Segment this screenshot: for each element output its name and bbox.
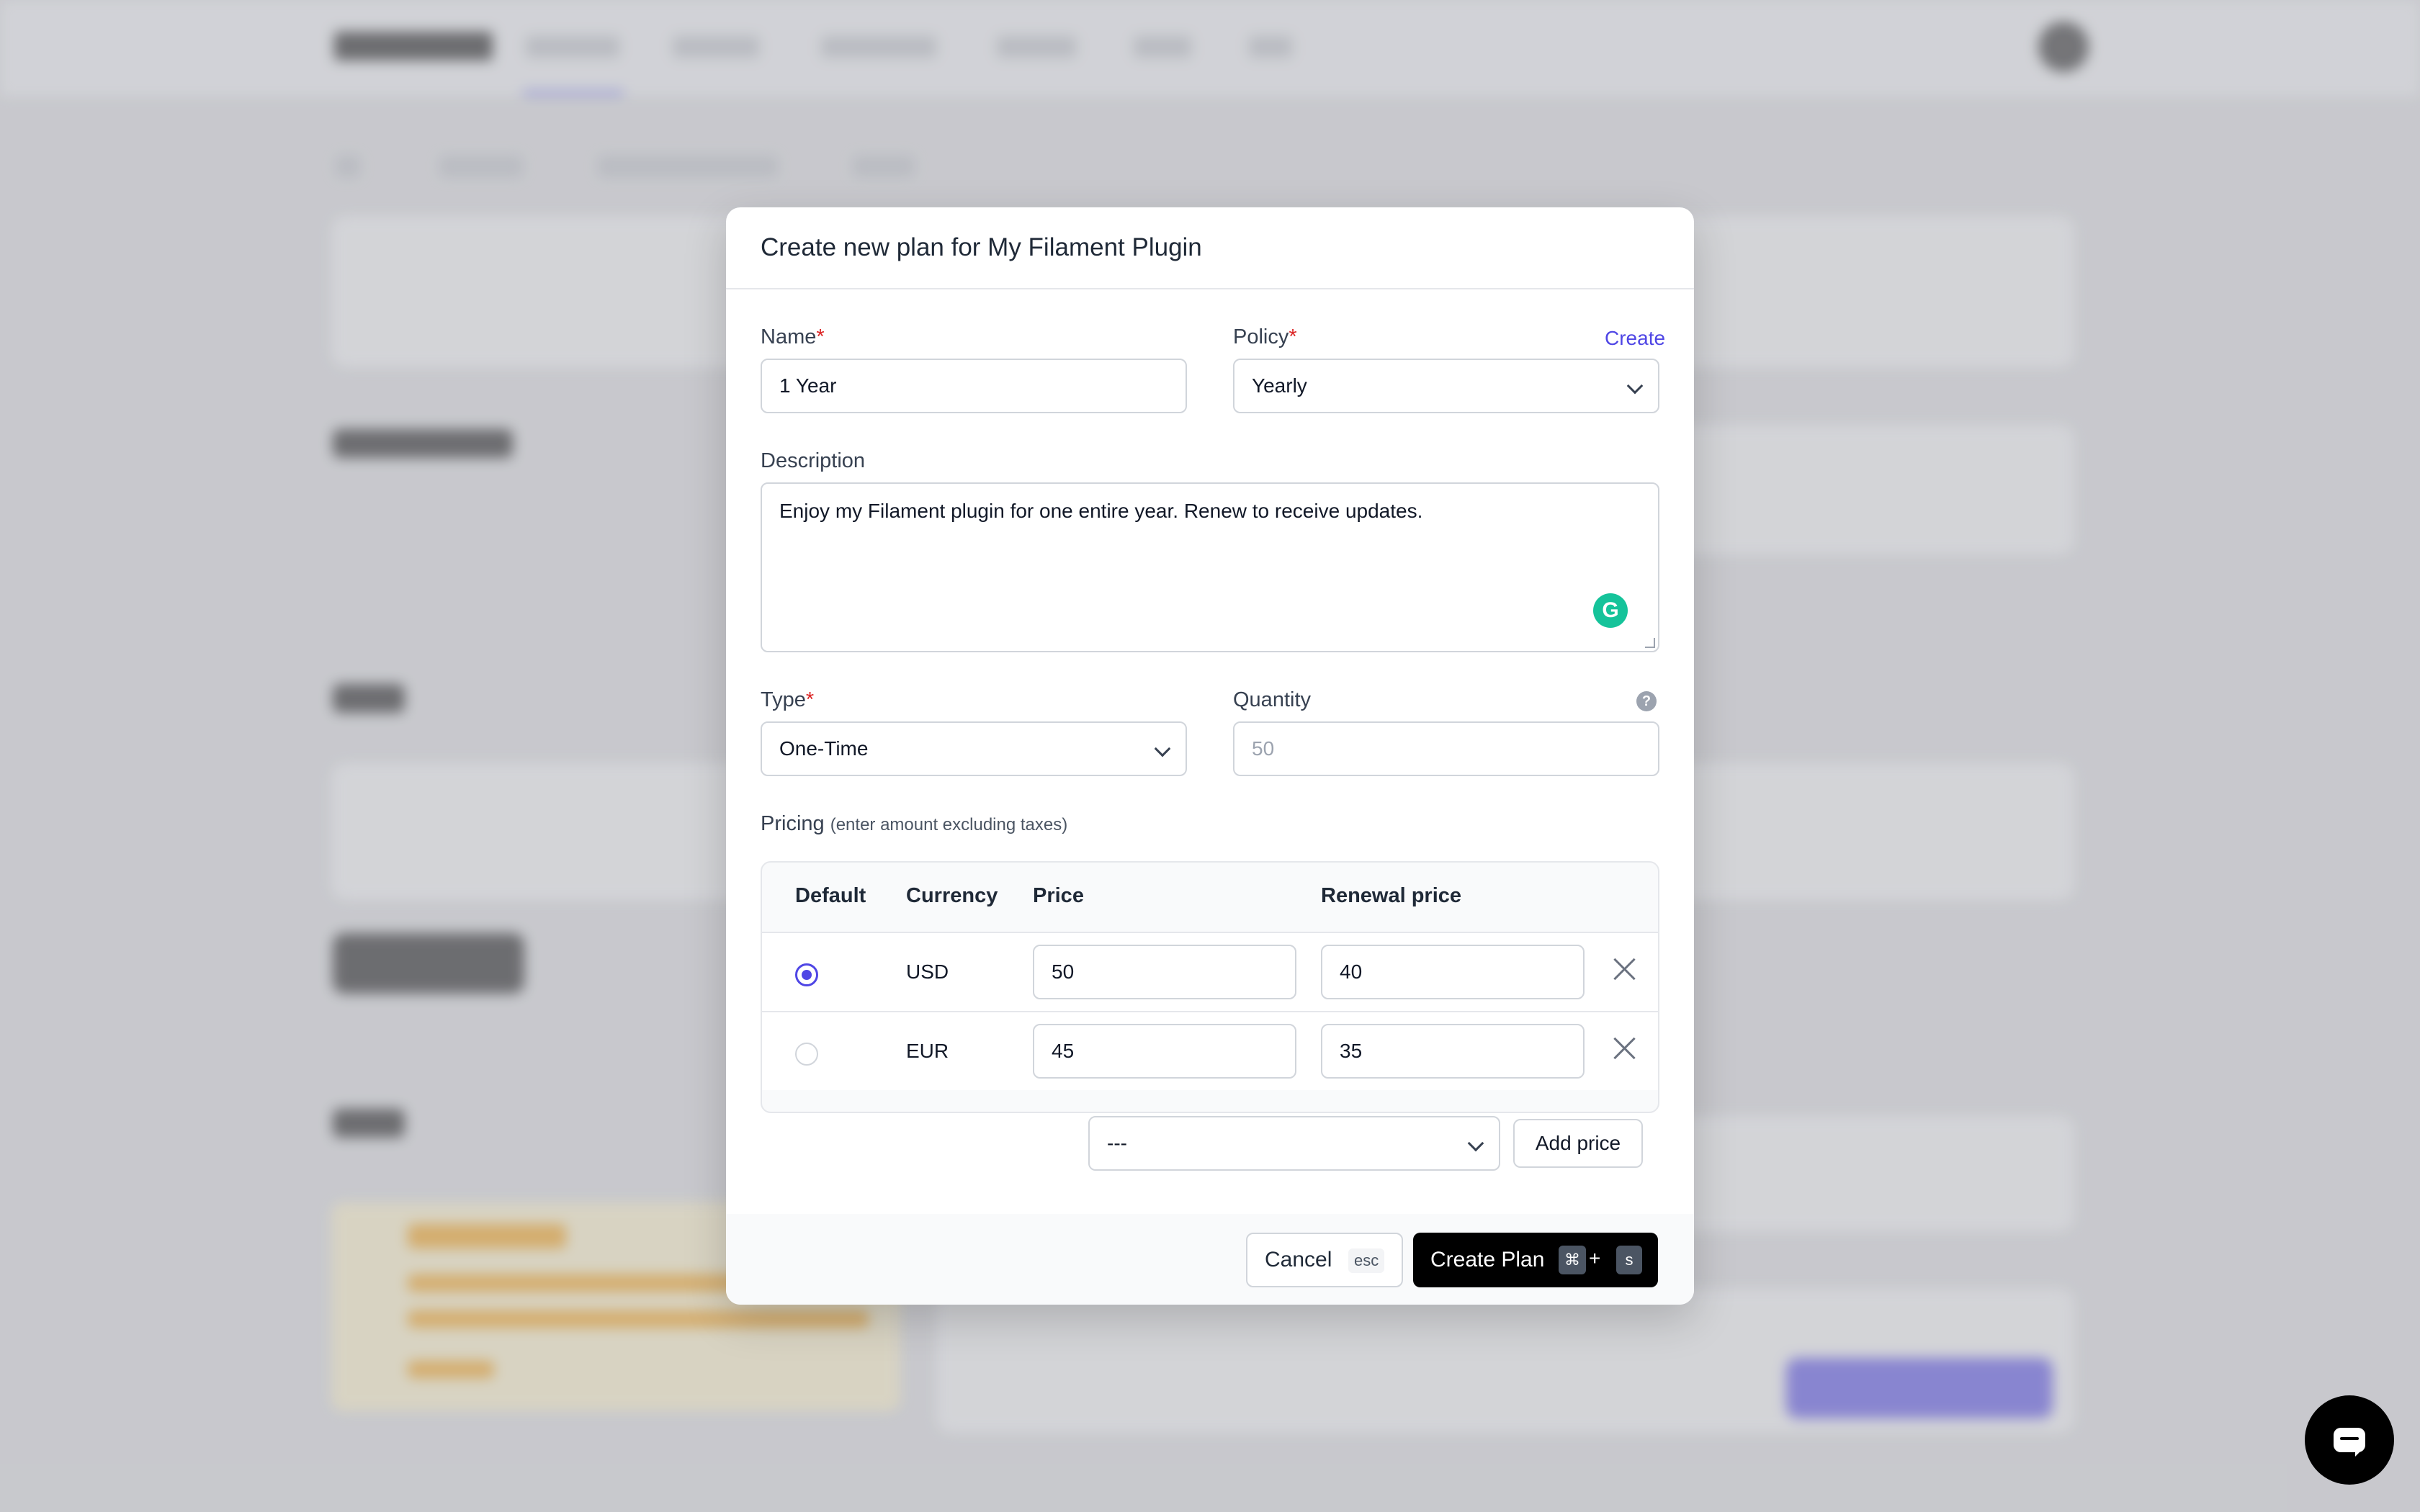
- policy-label: Policy*: [1233, 325, 1297, 348]
- column-header-default: Default: [795, 884, 866, 907]
- chat-launcher-button[interactable]: [2305, 1395, 2394, 1485]
- required-mark: *: [816, 325, 825, 348]
- column-header-renewal-price: Renewal price: [1321, 884, 1462, 907]
- cancel-button[interactable]: Cancel esc: [1246, 1233, 1403, 1287]
- command-key: ⌘: [1559, 1246, 1586, 1274]
- grammarly-icon[interactable]: G: [1593, 593, 1628, 628]
- currency-code: EUR: [906, 1040, 949, 1062]
- pricing-table: Default Currency Price Renewal price USD…: [761, 861, 1659, 1113]
- type-select[interactable]: One-Time: [761, 721, 1187, 776]
- new-currency-select[interactable]: ---: [1088, 1116, 1500, 1171]
- column-header-currency: Currency: [906, 884, 998, 907]
- pricing-note: (enter amount excluding taxes): [830, 815, 1068, 834]
- create-plan-modal: Create new plan for My Filament Plugin N…: [726, 207, 1694, 1305]
- new-currency-select-value: ---: [1107, 1132, 1127, 1154]
- chat-icon: [2334, 1428, 2365, 1457]
- renewal-price-input[interactable]: 40: [1321, 945, 1585, 999]
- description-textarea[interactable]: Enjoy my Filament plugin for one entire …: [761, 482, 1659, 652]
- help-icon[interactable]: ?: [1636, 691, 1657, 711]
- price-input[interactable]: 50: [1033, 945, 1296, 999]
- policy-select[interactable]: Yearly: [1233, 359, 1659, 413]
- close-icon[interactable]: [1612, 1035, 1638, 1061]
- esc-shortcut: esc: [1348, 1248, 1385, 1273]
- modal-header: Create new plan for My Filament Plugin: [726, 207, 1694, 289]
- default-radio[interactable]: [795, 963, 818, 986]
- default-radio[interactable]: [795, 1043, 818, 1066]
- table-row: USD 50 40: [762, 932, 1658, 1011]
- quantity-input[interactable]: 50: [1233, 721, 1659, 776]
- chevron-down-icon: [1154, 740, 1171, 757]
- description-label: Description: [761, 449, 866, 472]
- s-key: s: [1616, 1246, 1642, 1274]
- table-row: EUR 45 35: [762, 1011, 1658, 1090]
- required-mark: *: [805, 688, 815, 711]
- name-label: Name*: [761, 325, 825, 348]
- pricing-label: Pricing (enter amount excluding taxes): [761, 812, 1068, 835]
- create-plan-button-label: Create Plan: [1430, 1248, 1545, 1272]
- chevron-down-icon: [1626, 377, 1644, 395]
- price-input[interactable]: 45: [1033, 1024, 1296, 1079]
- type-select-value: One-Time: [779, 737, 869, 760]
- chevron-down-icon: [1467, 1135, 1484, 1152]
- quantity-label: Quantity: [1233, 688, 1311, 711]
- add-price-button[interactable]: Add price: [1513, 1119, 1643, 1168]
- renewal-price-input[interactable]: 35: [1321, 1024, 1585, 1079]
- name-input[interactable]: 1 Year: [761, 359, 1187, 413]
- modal-title: Create new plan for My Filament Plugin: [761, 233, 1202, 261]
- currency-code: USD: [906, 960, 949, 983]
- type-label: Type*: [761, 688, 815, 711]
- required-mark: *: [1289, 325, 1297, 348]
- cancel-button-label: Cancel: [1265, 1248, 1332, 1272]
- column-header-price: Price: [1033, 884, 1084, 907]
- close-icon[interactable]: [1612, 956, 1638, 982]
- resize-handle[interactable]: [1645, 638, 1655, 648]
- shortcut-plus: +: [1589, 1247, 1601, 1269]
- policy-select-value: Yearly: [1252, 374, 1307, 397]
- create-plan-button[interactable]: Create Plan ⌘ + s: [1413, 1233, 1658, 1287]
- create-policy-link[interactable]: Create: [1605, 327, 1665, 350]
